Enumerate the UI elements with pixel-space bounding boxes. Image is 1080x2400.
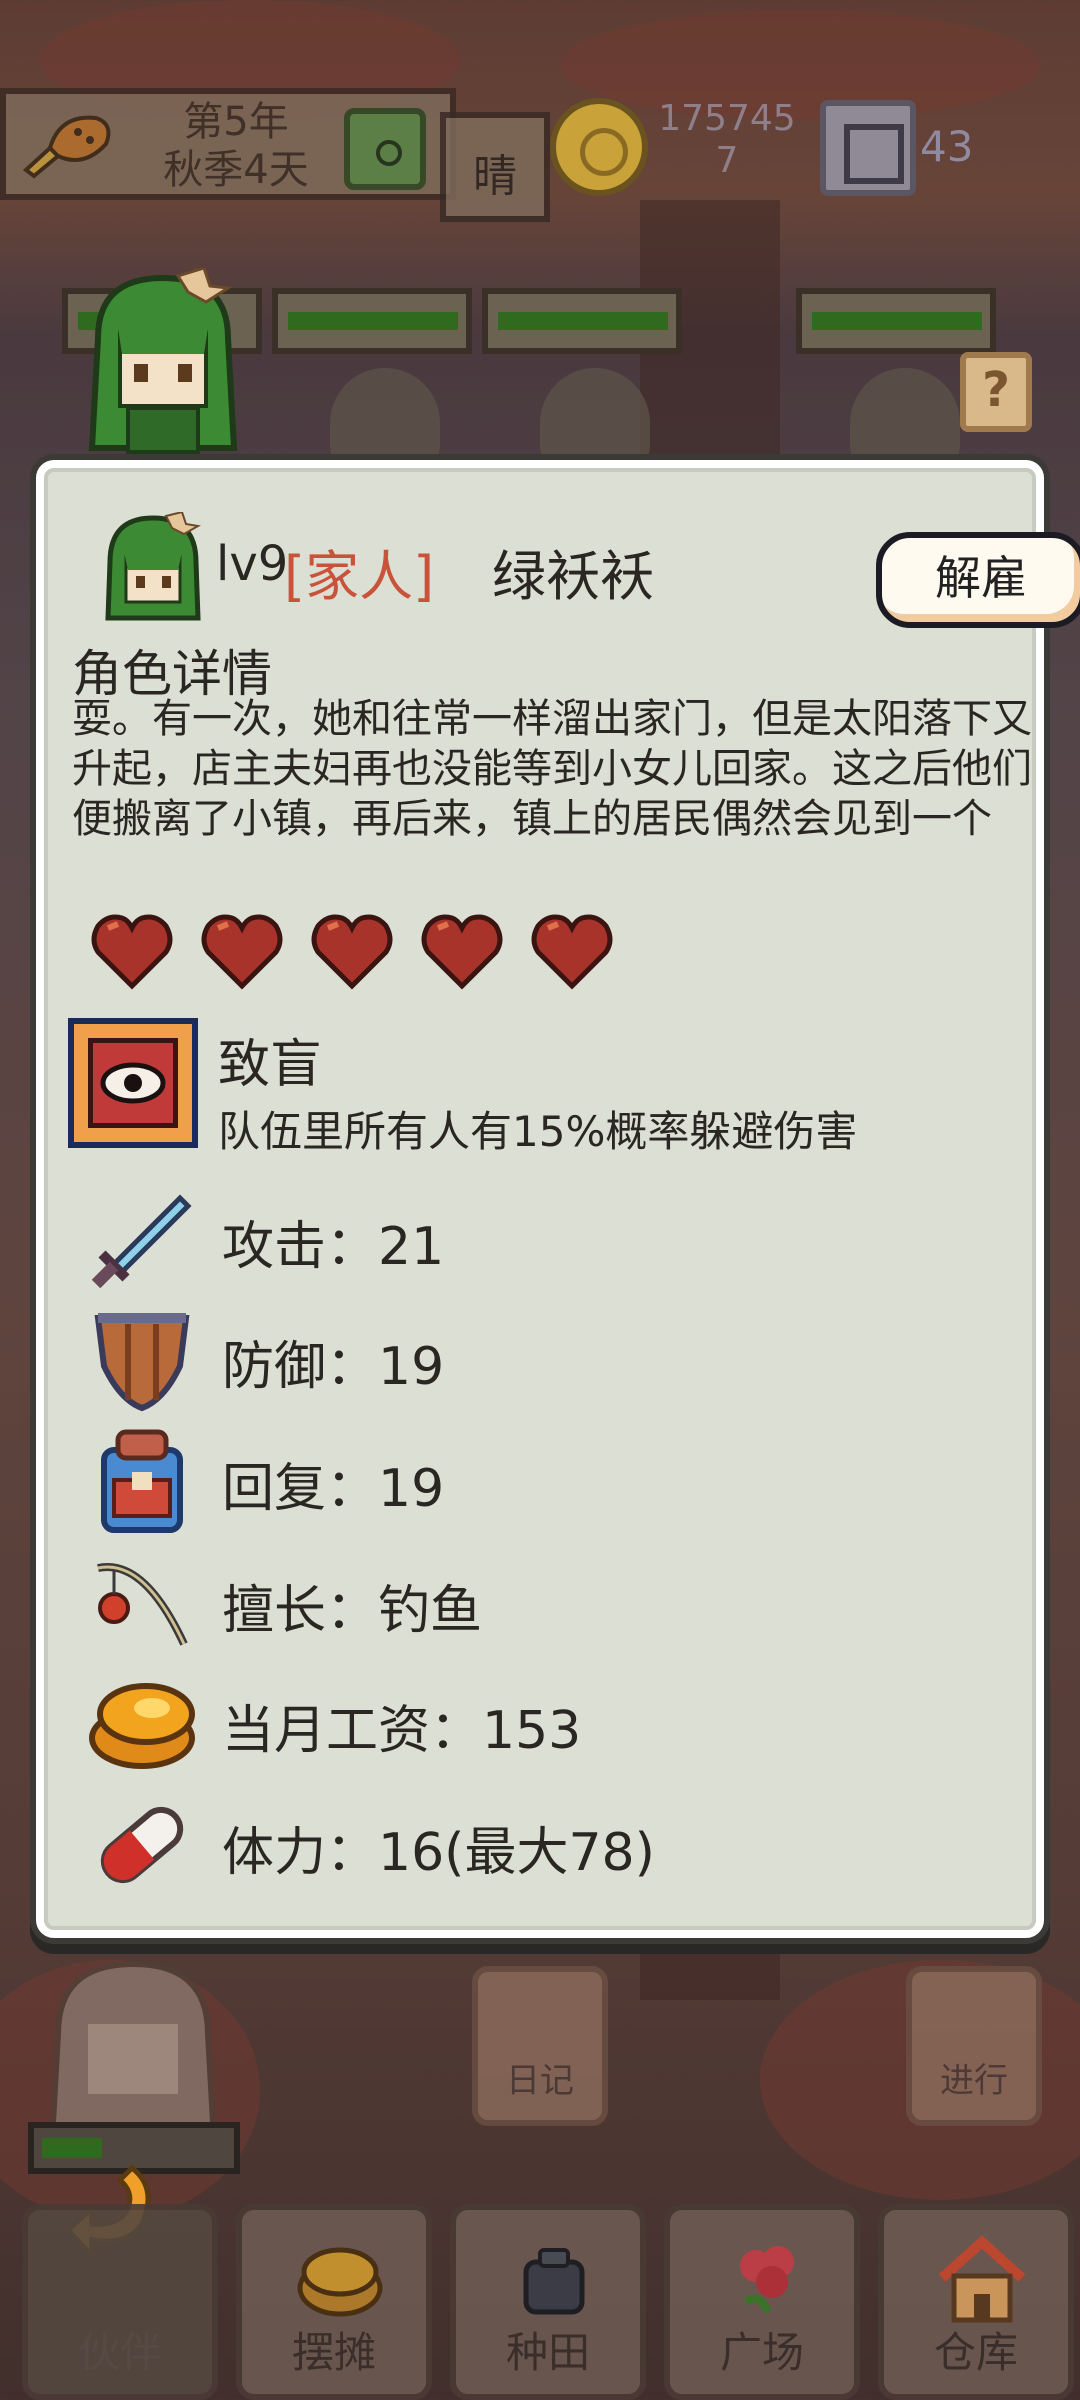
settings-coin-button[interactable] [344,108,426,190]
party-hp-bar [482,288,682,354]
gold-coins-icon [89,1683,195,1769]
gem-count: 43 [920,122,974,171]
season-day-label: 秋季4天 [163,147,309,193]
club-icon [22,115,111,179]
heart-icon [201,914,283,990]
diary-label: 日记 [506,2061,574,2101]
fishing-rod-icon [97,1563,188,1646]
nav-stall-label: 摆摊 [291,2328,376,2377]
blind-eye-icon [68,1018,198,1148]
diary-button[interactable]: 日记 [472,1966,608,2126]
weather-panel: 晴 [440,112,550,222]
nav-farm-label: 种田 [505,2328,590,2377]
party-hp-bar [272,288,472,354]
gem-icon[interactable] [820,100,916,196]
date-panel: 第5年 秋季4天 [0,88,456,200]
shield-icon [94,1313,190,1412]
year-label: 第5年 [183,99,289,145]
nav-partner-label: 伙伴 [77,2328,162,2377]
selected-character-avatar [88,268,238,454]
gold-coin-icon [550,98,648,196]
character-header: lv9 [家人] 绿袄袄 解雇 [98,512,1080,628]
character-name: 绿袄袄 [492,545,654,608]
nav-farm[interactable]: 种田 [450,2204,646,2400]
heart-icon [91,914,173,990]
bottom-nav: 伙伴 摆摊 种田 广场 仓库 [22,2204,1074,2400]
description-scroll[interactable]: 耍。有一次，她和往常一样溜出家门，但是太阳落下又升起，店主夫妇再也没能等到小女儿… [72,694,1032,844]
money-value-line2: 7 [715,140,739,181]
nav-warehouse[interactable]: 仓库 [878,2204,1074,2400]
skill-name: 致盲 [218,1035,323,1095]
proceed-label: 进行 [940,2061,1008,2101]
nav-warehouse-label: 仓库 [933,2328,1018,2377]
heart-icon [421,914,503,990]
nav-stall[interactable]: 摆摊 [236,2204,432,2400]
house-icon [938,2235,1026,2323]
stat-recovery: 回复：19 [84,1426,1004,1536]
money-display: 175745 7 [652,98,802,182]
stat-attack: 攻击：21 [84,1184,1004,1294]
stat-specialty: 擅长：钓鱼 [84,1548,1004,1658]
stat-stamina: 体力：16(最大78) [84,1790,1004,1900]
recovery-value: 回复：19 [222,1459,445,1519]
proceed-button[interactable]: 进行 [906,1966,1042,2126]
stat-salary: 当月工资：153 [84,1668,1004,1778]
character-description: 耍。有一次，她和往常一样溜出家门，但是太阳落下又升起，店主夫妇再也没能等到小女儿… [72,696,1032,842]
top-hud: 第5年 秋季4天 晴 175745 7 43 [0,88,1080,222]
specialty-value: 擅长：钓鱼 [222,1581,483,1641]
attack-value: 攻击：21 [222,1217,445,1277]
party-hp-bar [796,288,996,354]
flower-icon [740,2246,794,2314]
character-level: lv9 [216,536,289,592]
pot-icon [523,2248,585,2315]
help-button[interactable]: ? [960,352,1032,432]
heart-icon [531,914,613,990]
stat-defense: 防御：19 [84,1304,1004,1414]
skill-description: 队伍里所有人有15%概率躲避伤害 [218,1107,858,1156]
salary-value: 当月工资：153 [222,1701,582,1761]
idle-character-avatar[interactable] [28,1944,238,2144]
backpack-icon [101,1429,183,1533]
fire-button[interactable]: 解雇 [876,532,1080,628]
weather-label: 晴 [473,151,517,202]
stall-icon [297,2247,383,2317]
defense-value: 防御：19 [222,1337,445,1397]
nav-plaza[interactable]: 广场 [664,2204,860,2400]
character-portrait [105,512,201,621]
stamina-value: 体力：16(最大78) [222,1823,655,1883]
character-detail-modal: lv9 [家人] 绿袄袄 解雇 角色详情 耍。有一次，她和往常一样溜出家门，但是… [36,460,1080,1938]
heart-icon [311,914,393,990]
affection-hearts [90,910,614,994]
nav-plaza-label: 广场 [719,2328,804,2377]
character-relation-tag: [家人] [284,545,435,608]
nav-partner[interactable]: 伙伴 [22,2204,218,2400]
money-value-line1: 175745 [658,98,796,139]
pill-icon [100,1806,184,1884]
date-display: 第5年 秋季4天 [136,98,336,194]
skill-row: 致盲 队伍里所有人有15%概率躲避伤害 [68,1018,1028,1156]
sword-icon [91,1194,192,1289]
